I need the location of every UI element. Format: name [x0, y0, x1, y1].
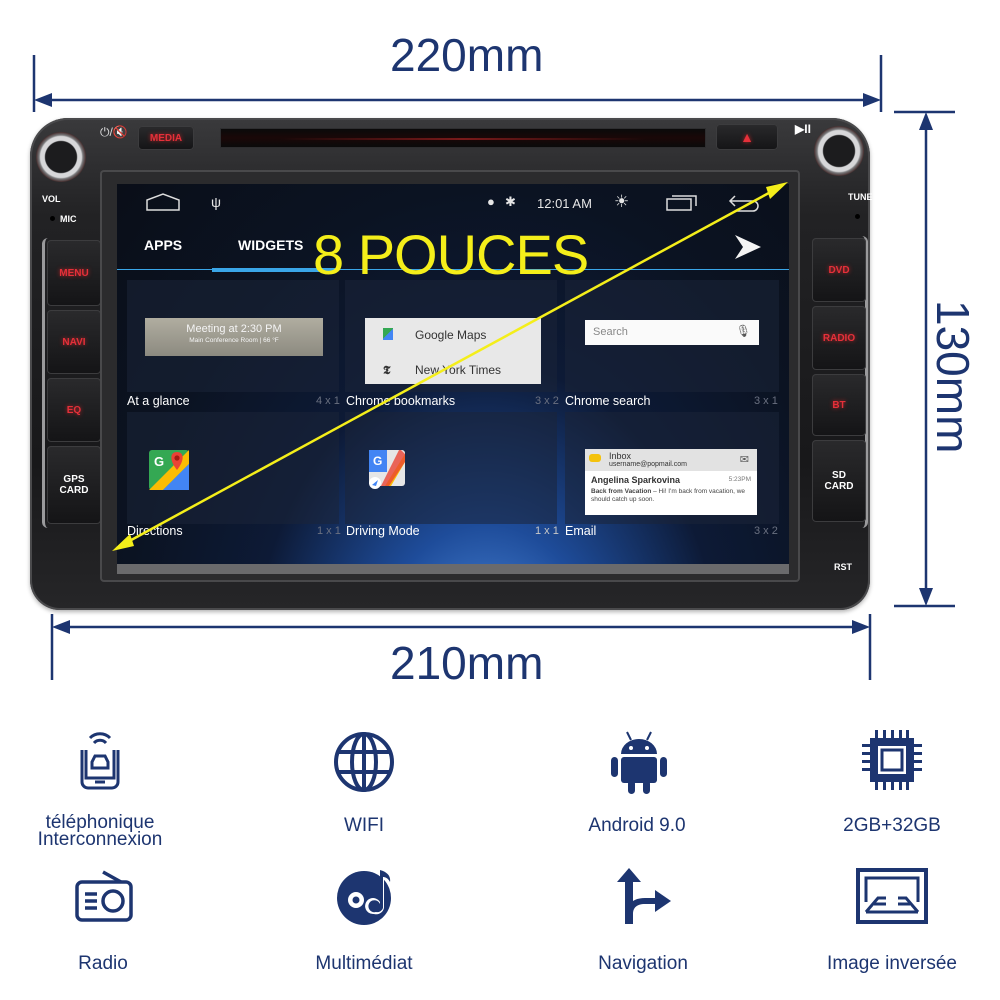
width-bottom-label: 210mm	[390, 637, 544, 689]
email-widget-preview[interactable]: Inbox username@popmail.com ✉ Angelina Sp…	[585, 449, 757, 515]
feature-label: 2GB+32GB	[843, 815, 941, 836]
navi-button[interactable]: NAVI	[47, 310, 101, 374]
bookmarks-preview: Google Maps 𝕿 New York Times	[365, 318, 541, 384]
feature-label: téléphonique Interconnexion	[37, 812, 163, 850]
gps-card-button[interactable]: GPS CARD	[47, 446, 101, 524]
tune-hole	[855, 214, 860, 219]
tab-widgets[interactable]: WIDGETS	[238, 237, 303, 253]
eject-button[interactable]: ▲	[716, 124, 778, 150]
rear-camera-icon	[856, 868, 928, 928]
music-disc-icon	[334, 862, 394, 925]
globe-icon	[332, 730, 394, 792]
home-icon[interactable]	[145, 192, 181, 217]
bookmark-google-maps[interactable]: Google Maps	[415, 328, 486, 342]
svg-text:G: G	[373, 454, 382, 468]
mic-hole	[50, 216, 55, 221]
clock-time: 12:01 AM	[537, 196, 592, 211]
play-pause-icon[interactable]: ▶II	[795, 122, 811, 136]
vol-label: VOL	[42, 194, 61, 204]
tune-label: TUNE	[848, 192, 873, 202]
height-right-label: 130mm	[927, 300, 979, 454]
glance-title: Meeting at 2:30 PM	[186, 323, 282, 335]
reset-label[interactable]: RST	[834, 562, 852, 572]
widget-size: 3 x 1	[754, 395, 778, 407]
tab-apps[interactable]: APPS	[144, 237, 182, 253]
google-maps-small-icon	[383, 328, 393, 340]
eq-button[interactable]: EQ	[47, 378, 101, 442]
widget-size: 1 x 1	[535, 525, 559, 537]
svg-text:G: G	[154, 454, 164, 469]
widget-size: 4 x 1	[316, 395, 340, 407]
inbox-account: username@popmail.com	[609, 461, 687, 468]
play-store-icon[interactable]	[733, 234, 763, 265]
driving-mode-app-icon: G	[367, 450, 407, 495]
disc-slot	[220, 128, 706, 148]
feature-label: Navigation	[598, 953, 688, 974]
feature-label: Image inversée	[827, 953, 957, 974]
chip-icon	[862, 730, 922, 790]
power-mute-icon[interactable]: ⏻/🔇	[100, 125, 128, 140]
widget-label-driving-mode: Driving Mode	[346, 524, 420, 538]
glance-subtitle: Main Conference Room | 66 °F	[189, 337, 279, 344]
widget-size: 1 x 1	[317, 525, 341, 537]
email-subject: Back from Vacation	[591, 488, 652, 495]
back-icon[interactable]	[727, 192, 761, 217]
widget-label-chrome-search: Chrome search	[565, 394, 651, 408]
feature-label: WIFI	[343, 815, 385, 836]
feature-label: Android 9.0	[588, 815, 686, 836]
navigation-arrow-icon	[615, 868, 675, 928]
email-time: 5:23PM	[728, 476, 751, 483]
feature-label: Multimédiat	[315, 953, 413, 974]
search-placeholder: Search	[593, 326, 628, 338]
widget-label-directions: Directions	[127, 524, 183, 538]
dvd-button[interactable]: DVD	[812, 238, 866, 302]
feature-label: Radio	[78, 953, 128, 974]
volume-knob[interactable]	[36, 132, 86, 182]
widget-size: 3 x 2	[535, 395, 559, 407]
width-top-label: 220mm	[390, 29, 544, 81]
right-button-column: DVD RADIO BT SD CARD	[810, 236, 868, 528]
status-bar: ψ ● ✱ 12:01 AM ☀	[117, 184, 789, 224]
phone-car-link-icon	[70, 730, 130, 790]
bluetooth-icon: ✱	[505, 194, 516, 209]
widget-label-chrome-bookmarks: Chrome bookmarks	[346, 394, 456, 408]
radio-button[interactable]: RADIO	[812, 306, 866, 370]
microphone-icon[interactable]: 🎙	[736, 324, 751, 338]
recent-apps-icon[interactable]	[665, 192, 699, 217]
nyt-icon: 𝕿	[383, 363, 391, 377]
widget-label-email: Email	[565, 524, 597, 538]
email-preview-text: Back from Vacation – Hi! I'm back from v…	[591, 488, 751, 504]
media-button[interactable]: MEDIA	[138, 126, 194, 150]
menu-button[interactable]: MENU	[47, 240, 101, 306]
bookmark-new-york-times[interactable]: New York Times	[415, 363, 501, 377]
arrow-head	[919, 588, 933, 606]
at-a-glance-preview: Meeting at 2:30 PM Main Conference Room …	[145, 318, 323, 356]
google-maps-app-icon: G	[149, 450, 189, 495]
usb-icon: ψ	[211, 194, 221, 210]
location-icon: ●	[487, 194, 495, 209]
android-icon	[609, 730, 669, 794]
screen-size-label: 8 POUCES	[313, 223, 589, 286]
radio-icon	[75, 868, 135, 928]
mic-label: MIC	[60, 214, 77, 224]
arrow-head	[852, 620, 870, 634]
widget-label-at-a-glance: At a glance	[127, 394, 190, 408]
arrow-head	[919, 112, 933, 130]
tune-knob[interactable]	[814, 126, 864, 176]
left-button-column: MENU NAVI EQ GPS CARD	[42, 238, 101, 528]
brightness-icon[interactable]: ☀	[614, 192, 629, 212]
sd-card-button[interactable]: SD CARD	[812, 440, 866, 522]
arrow-head	[52, 620, 70, 634]
chrome-search-bar[interactable]: Search 🎙	[585, 320, 759, 345]
arrow-head	[863, 93, 881, 107]
email-sender: Angelina Sparkovina	[591, 475, 681, 485]
inbox-label: Inbox	[609, 451, 632, 461]
bt-button[interactable]: BT	[812, 374, 866, 436]
compose-mail-icon[interactable]: ✉	[740, 453, 749, 466]
arrow-head	[34, 93, 52, 107]
screen-bottom-edge	[117, 564, 789, 574]
inbox-icon	[589, 454, 601, 462]
widget-size: 3 x 2	[754, 525, 778, 537]
